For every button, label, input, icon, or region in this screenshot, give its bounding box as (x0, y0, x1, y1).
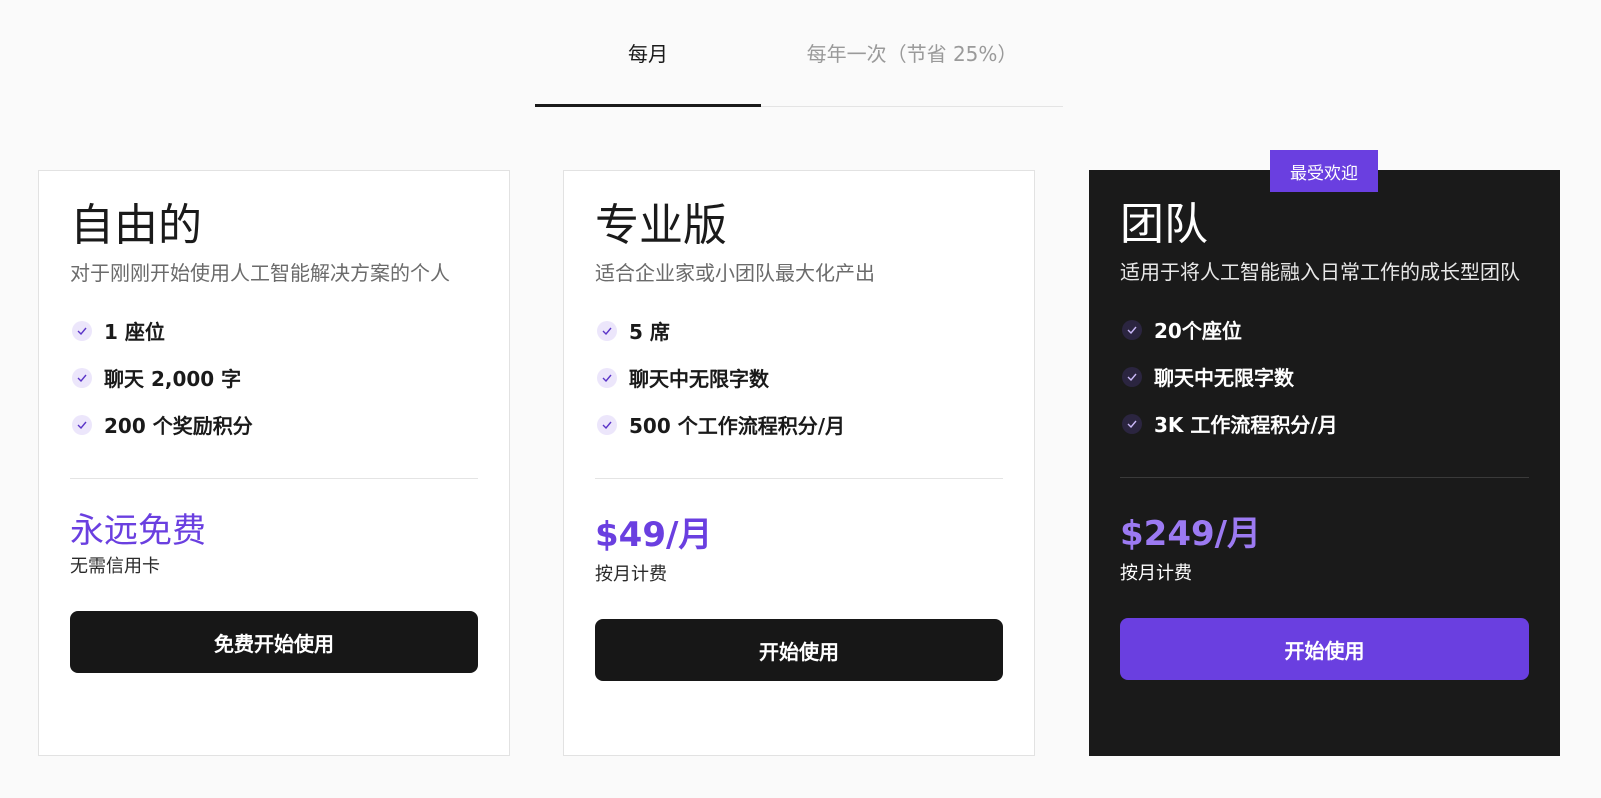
billing-period-tabs: 每月 每年一次（节省 25%） (535, 0, 1063, 107)
feature-item: 3K 工作流程积分/月 (1120, 400, 1529, 447)
start-free-button[interactable]: 免费开始使用 (70, 611, 478, 673)
feature-item: 1 座位 (70, 307, 478, 354)
tab-monthly-label: 每月 (628, 42, 668, 66)
feature-list: 5 席 聊天中无限字数 500 个工作流程积分/月 (595, 307, 1003, 448)
feature-text: 聊天中无限字数 (629, 367, 769, 391)
divider (70, 478, 478, 479)
price-note: 按月计费 (595, 564, 667, 585)
plan-title: 自由的 (70, 200, 202, 251)
check-icon (1122, 413, 1142, 434)
feature-list: 1 座位 聊天 2,000 字 200 个奖励积分 (70, 307, 478, 448)
plan-price: $49/月 (595, 515, 713, 555)
feature-item: 聊天中无限字数 (1120, 353, 1529, 400)
check-icon (72, 414, 92, 435)
check-icon (597, 320, 617, 341)
price-note: 按月计费 (1120, 563, 1192, 584)
feature-text: 200 个奖励积分 (104, 414, 253, 438)
divider (1120, 477, 1529, 478)
get-started-button[interactable]: 开始使用 (1120, 618, 1529, 680)
feature-text: 20个座位 (1154, 319, 1242, 343)
plan-price: $249/月 (1120, 514, 1262, 554)
active-tab-indicator (535, 104, 761, 107)
feature-text: 3K 工作流程积分/月 (1154, 413, 1338, 437)
plan-description: 对于刚刚开始使用人工智能解决方案的个人 (70, 261, 450, 285)
plan-card-team: 团队 适用于将人工智能融入日常工作的成长型团队 20个座位 聊天中无限字数 3K… (1089, 170, 1560, 756)
plan-card-free: 自由的 对于刚刚开始使用人工智能解决方案的个人 1 座位 聊天 2,000 字 … (38, 170, 510, 756)
plan-price: 永远免费 (70, 511, 206, 551)
check-icon (1122, 366, 1142, 387)
feature-list: 20个座位 聊天中无限字数 3K 工作流程积分/月 (1120, 306, 1529, 447)
plan-description: 适合企业家或小团队最大化产出 (595, 261, 875, 285)
plan-title: 专业版 (595, 200, 727, 251)
check-icon (1122, 319, 1142, 340)
feature-item: 20个座位 (1120, 306, 1529, 353)
feature-item: 聊天 2,000 字 (70, 354, 478, 401)
plan-card-pro: 专业版 适合企业家或小团队最大化产出 5 席 聊天中无限字数 500 个工作流程… (563, 170, 1035, 756)
most-popular-badge: 最受欢迎 (1270, 150, 1378, 192)
get-started-button[interactable]: 开始使用 (595, 619, 1003, 681)
check-icon (72, 320, 92, 341)
feature-text: 聊天中无限字数 (1154, 366, 1294, 390)
feature-item: 聊天中无限字数 (595, 354, 1003, 401)
check-icon (72, 367, 92, 388)
tab-annual[interactable]: 每年一次（节省 25%） (761, 0, 1063, 105)
tab-annual-label: 每年一次（节省 25%） (806, 42, 1018, 66)
tab-monthly[interactable]: 每月 (535, 0, 761, 107)
check-icon (597, 414, 617, 435)
divider (595, 478, 1003, 479)
price-note: 无需信用卡 (70, 556, 160, 577)
feature-text: 5 席 (629, 320, 670, 344)
plan-title: 团队 (1120, 199, 1208, 250)
feature-item: 200 个奖励积分 (70, 401, 478, 448)
check-icon (597, 367, 617, 388)
feature-text: 聊天 2,000 字 (104, 367, 242, 391)
feature-item: 5 席 (595, 307, 1003, 354)
plan-description: 适用于将人工智能融入日常工作的成长型团队 (1120, 260, 1520, 284)
feature-text: 500 个工作流程积分/月 (629, 414, 846, 438)
feature-item: 500 个工作流程积分/月 (595, 401, 1003, 448)
feature-text: 1 座位 (104, 320, 165, 344)
